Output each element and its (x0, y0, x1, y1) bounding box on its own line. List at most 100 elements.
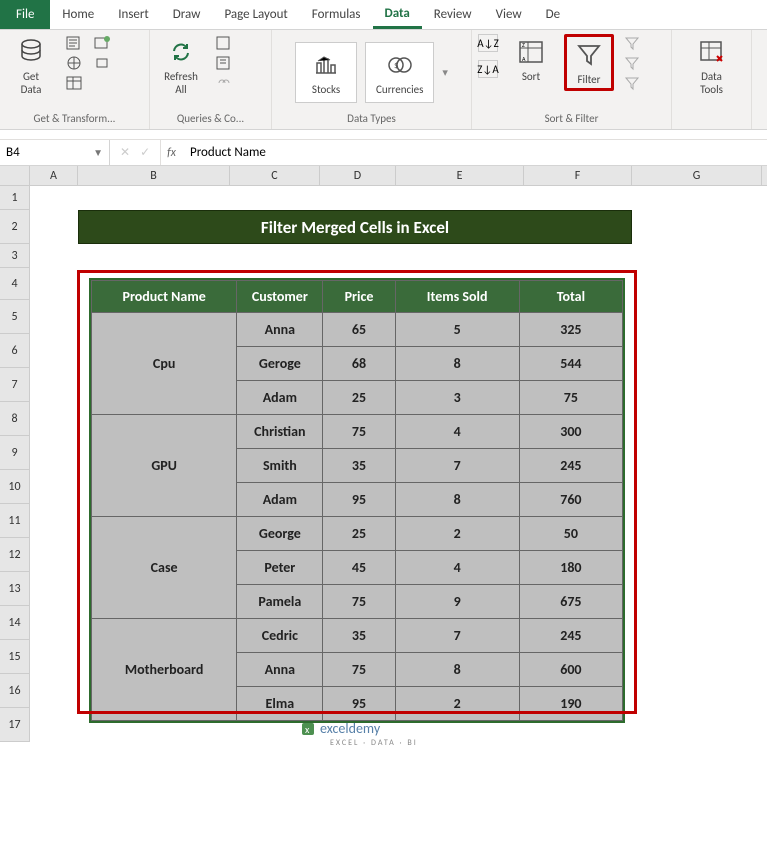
from-table-icon[interactable] (64, 74, 84, 92)
data-cell[interactable]: Elma (237, 687, 323, 721)
get-data-button[interactable]: Get Data (6, 34, 56, 98)
cancel-formula-icon[interactable]: ✕ (120, 145, 130, 160)
col-header-A[interactable]: A (30, 166, 78, 185)
data-cell[interactable]: Christian (237, 415, 323, 449)
product-cell[interactable]: Case (92, 517, 237, 619)
table-header[interactable]: Items Sold (395, 281, 519, 313)
col-header-G[interactable]: G (632, 166, 762, 185)
tab-page-layout[interactable]: Page Layout (212, 0, 299, 29)
row-header-14[interactable]: 14 (0, 606, 30, 640)
data-cell[interactable]: 35 (323, 619, 395, 653)
data-cell[interactable]: 75 (323, 415, 395, 449)
refresh-all-button[interactable]: Refresh All (156, 34, 206, 98)
row-header-8[interactable]: 8 (0, 402, 30, 436)
data-cell[interactable]: 45 (323, 551, 395, 585)
data-cell[interactable]: Pamela (237, 585, 323, 619)
sort-za-button[interactable]: Z↓A (478, 60, 498, 78)
tab-data[interactable]: Data (373, 0, 422, 29)
tab-home[interactable]: Home (50, 0, 106, 29)
data-cell[interactable]: 3 (395, 381, 519, 415)
data-cell[interactable]: 8 (395, 347, 519, 381)
data-cell[interactable]: 65 (323, 313, 395, 347)
data-cell[interactable]: Peter (237, 551, 323, 585)
data-cell[interactable]: Anna (237, 313, 323, 347)
col-header-E[interactable]: E (396, 166, 524, 185)
data-cell[interactable]: 760 (519, 483, 622, 517)
clear-filter-icon[interactable] (622, 34, 642, 52)
row-header-17[interactable]: 17 (0, 708, 30, 742)
data-cell[interactable]: 190 (519, 687, 622, 721)
row-header-3[interactable]: 3 (0, 244, 30, 268)
existing-connections-icon[interactable] (92, 54, 112, 72)
tab-view[interactable]: View (484, 0, 534, 29)
queries-icon[interactable] (214, 34, 234, 52)
row-header-15[interactable]: 15 (0, 640, 30, 674)
table-row[interactable]: CaseGeorge25250 (92, 517, 623, 551)
data-cell[interactable]: 300 (519, 415, 622, 449)
row-header-11[interactable]: 11 (0, 504, 30, 538)
data-cell[interactable]: 7 (395, 619, 519, 653)
data-cell[interactable]: Adam (237, 381, 323, 415)
data-cell[interactable]: Geroge (237, 347, 323, 381)
data-cell[interactable]: Cedric (237, 619, 323, 653)
data-cell[interactable]: 95 (323, 687, 395, 721)
data-cell[interactable]: 4 (395, 551, 519, 585)
data-cell[interactable]: 2 (395, 687, 519, 721)
edit-links-icon[interactable] (214, 74, 234, 92)
data-cell[interactable]: 7 (395, 449, 519, 483)
row-header-16[interactable]: 16 (0, 674, 30, 708)
data-tools-button[interactable]: Data Tools (687, 34, 737, 98)
row-header-10[interactable]: 10 (0, 470, 30, 504)
data-cell[interactable]: 68 (323, 347, 395, 381)
data-cell[interactable]: Adam (237, 483, 323, 517)
row-header-4[interactable]: 4 (0, 268, 30, 300)
currencies-button[interactable]: $ Currencies (365, 42, 434, 103)
product-cell[interactable]: GPU (92, 415, 237, 517)
data-cell[interactable]: 245 (519, 619, 622, 653)
sort-az-button[interactable]: A↓Z (478, 34, 498, 52)
data-cell[interactable]: Smith (237, 449, 323, 483)
filter-button[interactable]: Filter (564, 34, 614, 91)
table-row[interactable]: MotherboardCedric357245 (92, 619, 623, 653)
enter-formula-icon[interactable]: ✓ (140, 145, 150, 160)
sort-button[interactable]: ZA Sort (506, 34, 556, 85)
table-header[interactable]: Product Name (92, 281, 237, 313)
tab-insert[interactable]: Insert (106, 0, 161, 29)
stocks-button[interactable]: Stocks (295, 42, 357, 103)
tab-file[interactable]: File (0, 0, 50, 29)
datatypes-more-icon[interactable]: ▾ (442, 66, 448, 79)
recent-sources-icon[interactable] (92, 34, 112, 52)
data-cell[interactable]: 35 (323, 449, 395, 483)
data-cell[interactable]: 25 (323, 381, 395, 415)
row-header-2[interactable]: 2 (0, 210, 30, 244)
data-cell[interactable]: 5 (395, 313, 519, 347)
data-cell[interactable]: 675 (519, 585, 622, 619)
table-row[interactable]: CpuAnna655325 (92, 313, 623, 347)
from-text-icon[interactable] (64, 34, 84, 52)
fx-icon[interactable]: fx (161, 140, 182, 165)
row-header-13[interactable]: 13 (0, 572, 30, 606)
col-header-D[interactable]: D (320, 166, 396, 185)
data-cell[interactable]: 245 (519, 449, 622, 483)
data-cell[interactable]: 8 (395, 483, 519, 517)
data-cell[interactable]: 75 (519, 381, 622, 415)
data-cell[interactable]: 25 (323, 517, 395, 551)
name-box[interactable]: B4 ▼ (0, 140, 110, 165)
properties-icon[interactable] (214, 54, 234, 72)
data-cell[interactable]: 75 (323, 653, 395, 687)
table-header[interactable]: Total (519, 281, 622, 313)
formula-input[interactable]: Product Name (182, 140, 767, 165)
tab-review[interactable]: Review (422, 0, 484, 29)
tab-formulas[interactable]: Formulas (300, 0, 373, 29)
data-cell[interactable]: 9 (395, 585, 519, 619)
product-cell[interactable]: Motherboard (92, 619, 237, 721)
data-cell[interactable]: George (237, 517, 323, 551)
row-header-7[interactable]: 7 (0, 368, 30, 402)
row-header-9[interactable]: 9 (0, 436, 30, 470)
data-cell[interactable]: Anna (237, 653, 323, 687)
col-header-B[interactable]: B (78, 166, 230, 185)
tab-de[interactable]: De (534, 0, 572, 29)
table-header[interactable]: Customer (237, 281, 323, 313)
data-cell[interactable]: 8 (395, 653, 519, 687)
data-cell[interactable]: 75 (323, 585, 395, 619)
